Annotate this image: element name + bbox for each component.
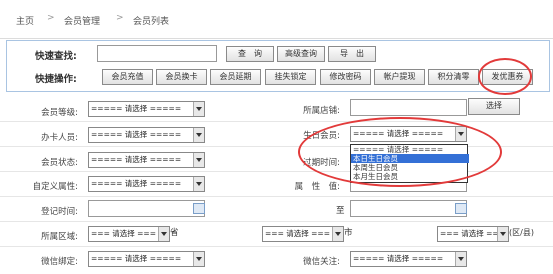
- chevron-down-icon: [455, 252, 466, 266]
- status-select-value: ===== 请选择 =====: [91, 155, 182, 164]
- row-divider: [0, 121, 553, 122]
- calendar-icon[interactable]: [193, 203, 205, 214]
- district-select[interactable]: === 请选择 ===: [437, 226, 509, 242]
- breadcrumb: 主页 > 会员管理 > 会员列表: [0, 0, 553, 39]
- quick-search-input[interactable]: [97, 45, 217, 62]
- breadcrumb-separator: >: [47, 13, 55, 23]
- store-input[interactable]: [350, 99, 467, 116]
- wechat-bind-select[interactable]: ===== 请选择 =====: [88, 251, 205, 267]
- custom-attr-label: 自定义属性:: [32, 182, 78, 192]
- custom-attr-select[interactable]: ===== 请选择 =====: [88, 176, 205, 192]
- city-select-value: === 请选择 ===: [265, 229, 330, 238]
- level-select[interactable]: ===== 请选择 =====: [88, 101, 205, 117]
- chevron-down-icon: [158, 227, 169, 241]
- quick-search-label: 快速查找:: [35, 51, 77, 62]
- regtime-label: 登记时间:: [41, 207, 78, 217]
- breadcrumb-home[interactable]: 主页: [16, 14, 34, 27]
- regtime-start-input[interactable]: [88, 200, 205, 217]
- quick-panel: 快速查找: 查 询 高级查询 导 出 快捷操作: 会员充值 会员换卡 会员延期 …: [6, 40, 550, 92]
- clear-points-button[interactable]: 积分清零: [428, 69, 479, 85]
- chevron-down-icon: [193, 128, 204, 142]
- query-button[interactable]: 查 询: [226, 46, 274, 62]
- agent-select[interactable]: ===== 请选择 =====: [88, 127, 205, 143]
- breadcrumb-current: 会员列表: [133, 17, 170, 27]
- chevron-down-icon: [193, 252, 204, 266]
- province-select-value: === 请选择 ===: [91, 229, 156, 238]
- change-card-button[interactable]: 会员换卡: [156, 69, 207, 85]
- wechat-follow-select[interactable]: ===== 请选择 =====: [350, 251, 467, 267]
- advanced-query-button[interactable]: 高级查询: [277, 46, 325, 62]
- change-password-button[interactable]: 修改密码: [320, 69, 371, 85]
- breadcrumb-separator: >: [116, 13, 124, 23]
- calendar-icon[interactable]: [455, 203, 467, 214]
- row-divider: [0, 196, 553, 197]
- regtime-end-input[interactable]: [350, 200, 467, 217]
- chevron-down-icon: [193, 153, 204, 167]
- store-label: 所属店铺:: [303, 106, 340, 116]
- district-unit: (区/县): [509, 228, 534, 237]
- attr-value-label: 属 性 值:: [294, 182, 340, 192]
- recharge-button[interactable]: 会员充值: [102, 69, 153, 85]
- agent-label: 办卡人员:: [41, 133, 78, 143]
- chevron-down-icon: [193, 102, 204, 116]
- wechat-bind-label: 微信绑定:: [41, 257, 78, 267]
- level-label: 会员等级:: [41, 108, 78, 118]
- district-select-value: === 请选择 ===: [440, 229, 505, 238]
- wechat-follow-label: 微信关注:: [303, 257, 340, 267]
- extend-button[interactable]: 会员延期: [210, 69, 261, 85]
- city-unit: 市: [344, 228, 353, 238]
- chevron-down-icon: [332, 227, 343, 241]
- status-select[interactable]: ===== 请选择 =====: [88, 152, 205, 168]
- status-label: 会员状态:: [41, 158, 78, 168]
- report-lost-button[interactable]: 挂失锁定: [265, 69, 316, 85]
- annotation-circle: [298, 117, 502, 187]
- breadcrumb-module[interactable]: 会员管理: [64, 14, 100, 27]
- agent-select-value: ===== 请选择 =====: [91, 130, 182, 139]
- chevron-down-icon: [193, 177, 204, 191]
- chevron-down-icon: [497, 227, 508, 241]
- annotation-circle: [478, 58, 532, 95]
- level-select-value: ===== 请选择 =====: [91, 104, 182, 113]
- city-select[interactable]: === 请选择 ===: [262, 226, 344, 242]
- range-to-label: 至: [336, 206, 345, 216]
- wechat-bind-select-value: ===== 请选择 =====: [91, 254, 182, 263]
- custom-attr-select-value: ===== 请选择 =====: [91, 179, 182, 188]
- wechat-follow-select-value: ===== 请选择 =====: [353, 254, 444, 263]
- select-store-button[interactable]: 选择: [468, 98, 520, 115]
- export-button[interactable]: 导 出: [328, 46, 376, 62]
- quick-ops-label: 快捷操作:: [35, 74, 77, 85]
- province-unit: 省: [170, 228, 179, 238]
- region-label: 所属区域:: [41, 232, 78, 242]
- withdraw-button[interactable]: 帐户提现: [374, 69, 425, 85]
- row-divider: [0, 246, 553, 247]
- row-divider: [0, 221, 553, 222]
- province-select[interactable]: === 请选择 ===: [88, 226, 170, 242]
